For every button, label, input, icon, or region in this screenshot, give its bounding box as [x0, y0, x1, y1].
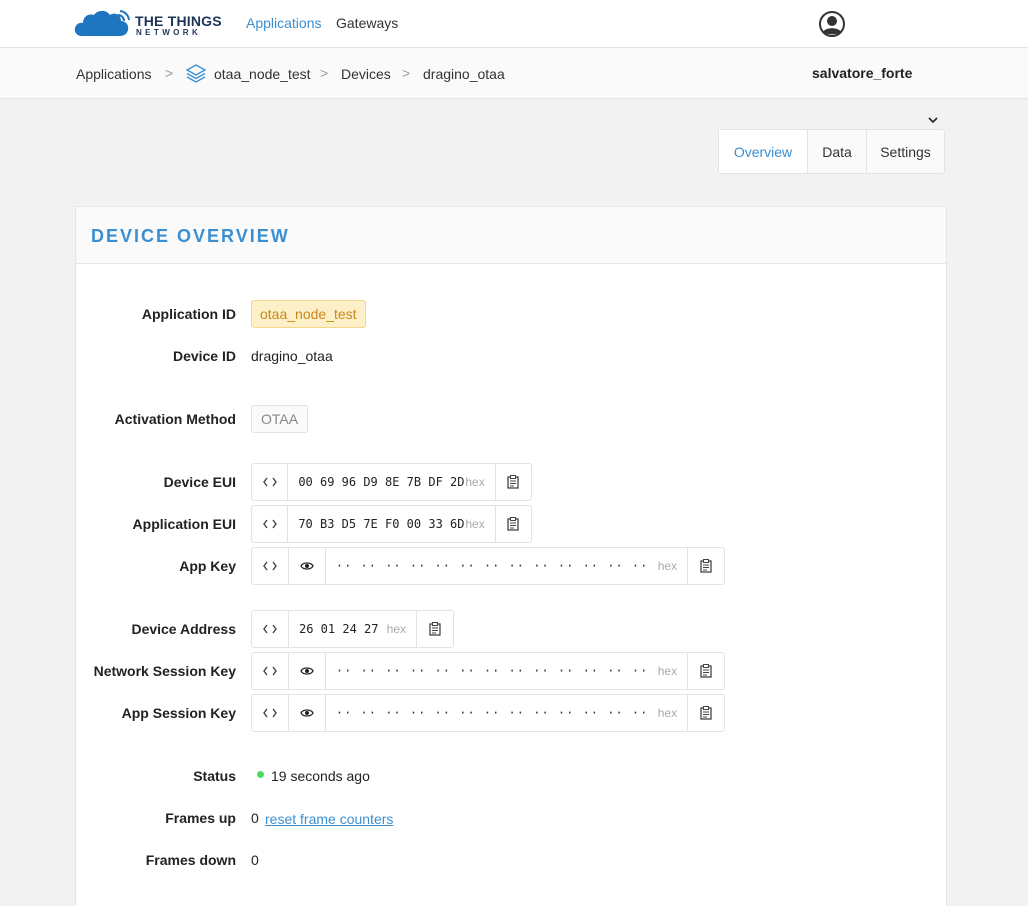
eye-icon[interactable] — [289, 548, 326, 584]
device-eui-field: 00 69 96 D9 8E 7B DF 2D hex — [251, 463, 532, 501]
logo-text: THE THINGS — [135, 13, 222, 29]
clipboard-icon[interactable] — [494, 506, 531, 542]
device-address-value[interactable]: 26 01 24 27 — [289, 611, 378, 647]
app-key-field: ·· ·· ·· ·· ·· ·· ·· ·· ·· ·· ·· ·· ·· ·… — [251, 547, 725, 585]
device-tabs: Overview Data Settings — [718, 129, 945, 174]
tab-data[interactable]: Data — [808, 130, 867, 173]
hex-label: hex — [465, 517, 485, 531]
top-navbar: THE THINGS NETWORK Applications Gateways — [0, 0, 1028, 48]
device-address-label: Device Address — [131, 621, 236, 637]
clipboard-icon[interactable] — [416, 611, 453, 647]
app-session-key-label: App Session Key — [121, 705, 236, 721]
status-value: 19 seconds ago — [271, 768, 370, 784]
frames-up-label: Frames up — [165, 810, 236, 826]
ttn-logo[interactable]: THE THINGS NETWORK — [74, 9, 222, 39]
breadcrumb-app[interactable]: otaa_node_test — [214, 66, 311, 82]
app-key-value[interactable]: ·· ·· ·· ·· ·· ·· ·· ·· ·· ·· ·· ·· ·· ·… — [326, 548, 647, 584]
username[interactable]: salvatore_forte — [812, 65, 912, 81]
code-toggle-icon[interactable] — [252, 548, 289, 584]
status-indicator — [257, 771, 264, 778]
frames-down-value: 0 — [251, 852, 259, 868]
breadcrumb-devices[interactable]: Devices — [341, 66, 391, 82]
device-eui-label: Device EUI — [163, 474, 236, 490]
eye-icon[interactable] — [289, 695, 326, 731]
breadcrumb: Applications > otaa_node_test > Devices … — [0, 48, 1028, 99]
chevron-down-icon[interactable] — [927, 114, 939, 126]
eye-icon[interactable] — [289, 653, 326, 689]
logo-subtext: NETWORK — [136, 28, 202, 37]
app-session-key-value[interactable]: ·· ·· ·· ·· ·· ·· ·· ·· ·· ·· ·· ·· ·· ·… — [326, 695, 647, 731]
application-id-label: Application ID — [141, 306, 236, 322]
code-toggle-icon[interactable] — [252, 611, 289, 647]
activation-method-badge: OTAA — [251, 405, 309, 433]
clipboard-icon[interactable] — [494, 464, 531, 500]
breadcrumb-applications[interactable]: Applications — [76, 66, 152, 82]
breadcrumb-separator: > — [165, 65, 174, 81]
nav-gateways[interactable]: Gateways — [336, 15, 398, 31]
tab-settings[interactable]: Settings — [867, 130, 944, 173]
device-address-field: 26 01 24 27 hex — [251, 610, 454, 648]
cloud-logo-icon — [74, 10, 130, 36]
code-toggle-icon[interactable] — [252, 506, 289, 542]
layers-app-icon — [186, 64, 206, 83]
code-toggle-icon[interactable] — [252, 695, 289, 731]
breadcrumb-device[interactable]: dragino_otaa — [423, 66, 505, 82]
nav-applications[interactable]: Applications — [246, 15, 322, 31]
panel-header: DEVICE OVERVIEW — [76, 207, 946, 264]
code-toggle-icon[interactable] — [252, 464, 289, 500]
code-toggle-icon[interactable] — [252, 653, 289, 689]
hex-label: hex — [657, 559, 678, 573]
device-eui-value[interactable]: 00 69 96 D9 8E 7B DF 2D — [288, 464, 464, 500]
application-eui-label: Application EUI — [132, 516, 236, 532]
breadcrumb-separator: > — [402, 65, 411, 81]
clipboard-icon[interactable] — [687, 653, 724, 689]
network-session-key-field: ·· ·· ·· ·· ·· ·· ·· ·· ·· ·· ·· ·· ·· ·… — [251, 652, 725, 690]
frames-up-value: 0 — [251, 810, 259, 826]
app-session-key-field: ·· ·· ·· ·· ·· ·· ·· ·· ·· ·· ·· ·· ·· ·… — [251, 694, 725, 732]
application-eui-value[interactable]: 70 B3 D5 7E F0 00 33 6D — [288, 506, 464, 542]
clipboard-icon[interactable] — [687, 548, 724, 584]
network-session-key-value[interactable]: ·· ·· ·· ·· ·· ·· ·· ·· ·· ·· ·· ·· ·· ·… — [326, 653, 647, 689]
device-overview-panel: DEVICE OVERVIEW Application ID otaa_node… — [75, 206, 947, 906]
hex-label: hex — [386, 622, 406, 636]
breadcrumb-separator: > — [320, 65, 329, 81]
hex-label: hex — [465, 475, 485, 489]
clipboard-icon[interactable] — [687, 695, 724, 731]
device-id-value: dragino_otaa — [251, 348, 333, 364]
frames-down-label: Frames down — [145, 852, 236, 868]
network-session-key-label: Network Session Key — [93, 663, 236, 679]
tab-overview[interactable]: Overview — [719, 130, 808, 173]
user-avatar-icon[interactable] — [819, 11, 845, 37]
application-eui-field: 70 B3 D5 7E F0 00 33 6D hex — [251, 505, 532, 543]
hex-label: hex — [657, 664, 678, 678]
reset-frame-counters-link[interactable]: reset frame counters — [265, 811, 393, 827]
status-label: Status — [193, 768, 236, 784]
hex-label: hex — [657, 706, 678, 720]
app-key-label: App Key — [179, 558, 236, 574]
panel-title: DEVICE OVERVIEW — [91, 226, 290, 246]
application-id-tag[interactable]: otaa_node_test — [251, 300, 366, 328]
activation-method-label: Activation Method — [114, 411, 236, 427]
device-id-label: Device ID — [172, 348, 236, 364]
